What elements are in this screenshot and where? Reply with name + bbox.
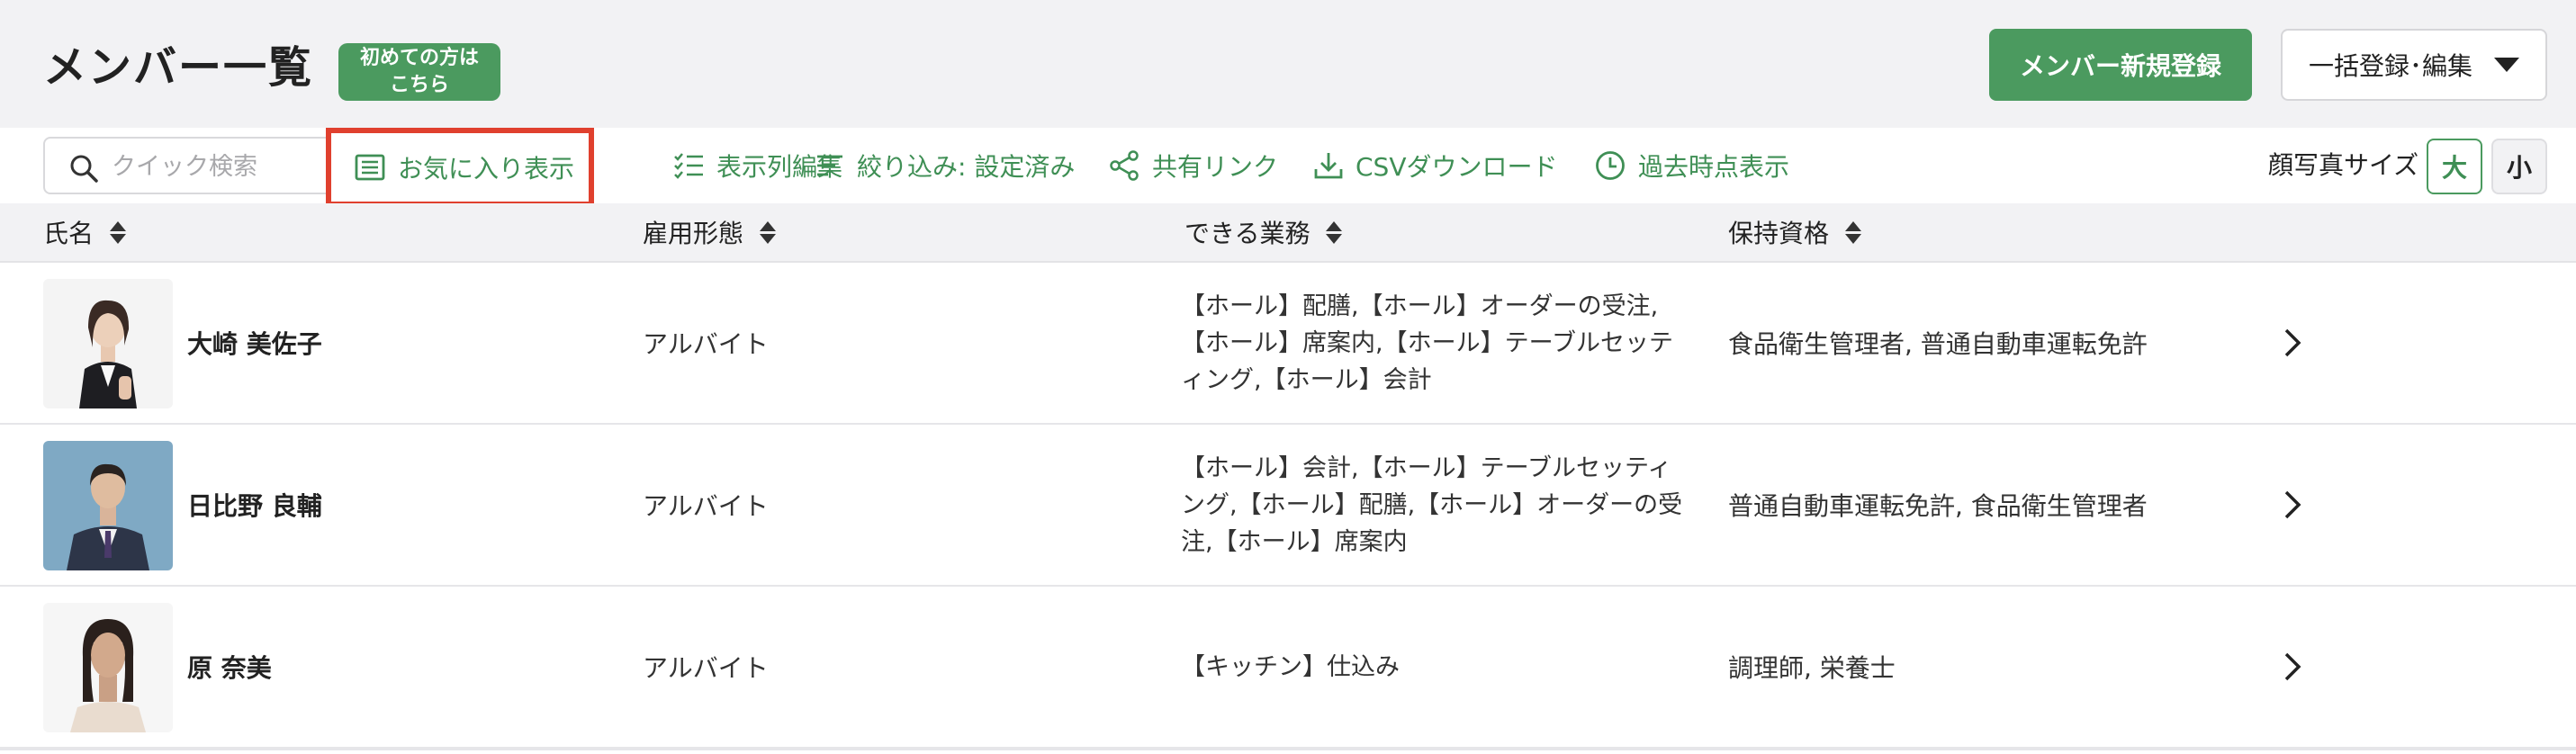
member-qualifications: 食品衛生管理者, 普通自動車運転免許	[1728, 329, 2148, 359]
csv-download-label: CSVダウンロード	[1356, 152, 1558, 182]
employment-type: アルバイト	[643, 653, 769, 683]
employment-type: アルバイト	[643, 329, 769, 359]
member-tasks: 【キッチン】仕込み	[1181, 652, 1400, 681]
page-header: メンバー一覧 初めての方は こちら メンバー新規登録 一括登録･編集	[0, 0, 2576, 128]
sort-icon	[760, 220, 777, 244]
member-tasks: 【ホール】会計,【ホール】テーブルセッティング,【ホール】配膳,【ホール】オーダ…	[1181, 453, 1683, 556]
search-input[interactable]	[110, 146, 329, 187]
list-view-icon	[355, 154, 385, 181]
member-qualifications: 普通自動車運転免許, 食品衛生管理者	[1728, 491, 2148, 521]
caret-down-icon	[2494, 58, 2519, 72]
beginner-guide-badge[interactable]: 初めての方は こちら	[338, 43, 500, 101]
member-tasks: 【ホール】配膳,【ホール】オーダーの受注,【ホール】席案内,【ホール】テーブルセ…	[1181, 292, 1673, 394]
column-employment-label: 雇用形態	[643, 219, 744, 248]
avatar	[43, 441, 173, 570]
table-row[interactable]: 大崎 美佐子 アルバイト 【ホール】配膳,【ホール】オーダーの受注,【ホール】席…	[0, 263, 2576, 426]
checklist-icon	[674, 153, 703, 179]
download-icon	[1314, 153, 1343, 179]
sort-icon	[1326, 220, 1343, 244]
column-name-label: 氏名	[43, 219, 95, 248]
filter-label: 絞り込み: 設定済み	[857, 152, 1076, 182]
column-tasks-label: できる業務	[1184, 219, 1311, 248]
quick-search[interactable]	[43, 137, 340, 194]
photo-size-large-button[interactable]: 大	[2427, 139, 2482, 194]
search-icon	[70, 155, 98, 183]
chevron-right-icon[interactable]	[2283, 328, 2302, 358]
filter-icon	[817, 155, 842, 176]
filter-button[interactable]: 絞り込み: 設定済み	[815, 128, 1075, 203]
clock-icon	[1596, 151, 1625, 180]
bulk-edit-dropdown[interactable]: 一括登録･編集	[2281, 29, 2547, 101]
page-title: メンバー一覧	[43, 42, 314, 93]
table-row[interactable]: 日比野 良輔 アルバイト 【ホール】会計,【ホール】テーブルセッティング,【ホー…	[0, 425, 2576, 588]
member-name: 原 奈美	[187, 653, 272, 683]
photo-size-label: 顔写真サイズ	[2268, 150, 2419, 180]
chevron-right-icon[interactable]	[2283, 651, 2302, 682]
member-qualifications: 調理師, 栄養士	[1728, 653, 1896, 683]
share-link-button[interactable]: 共有リンク	[1109, 128, 1278, 203]
guide-badge-line2: こちら	[389, 74, 449, 96]
column-qualifications-label: 保持資格	[1728, 219, 1830, 248]
table-row[interactable]: 原 奈美 アルバイト 【キッチン】仕込み 調理師, 栄養士	[0, 587, 2576, 750]
csv-download-button[interactable]: CSVダウンロード	[1314, 128, 1557, 203]
favorites-button[interactable]: お気に入り表示	[355, 130, 574, 205]
member-name: 大崎 美佐子	[187, 329, 322, 359]
new-member-button[interactable]: メンバー新規登録	[1989, 29, 2252, 101]
bulk-edit-label: 一括登録･編集	[2308, 51, 2472, 81]
table-header: 氏名 雇用形態 できる業務 保持資格	[0, 203, 2576, 263]
history-view-button[interactable]: 過去時点表示	[1595, 128, 1789, 203]
guide-badge-line1: 初めての方は	[359, 47, 479, 69]
favorites-label: お気に入り表示	[398, 154, 575, 184]
favorites-highlight-box: お気に入り表示	[326, 128, 594, 207]
sort-tasks-header[interactable]: できる業務	[1184, 203, 1343, 261]
avatar	[43, 603, 173, 732]
sort-employment-header[interactable]: 雇用形態	[643, 203, 777, 261]
sort-name-header[interactable]: 氏名	[43, 203, 127, 261]
employment-type: アルバイト	[643, 491, 769, 521]
chevron-right-icon[interactable]	[2283, 489, 2302, 520]
sort-icon	[1845, 220, 1862, 244]
sort-icon	[110, 220, 127, 244]
share-icon	[1110, 150, 1139, 181]
sort-qualifications-header[interactable]: 保持資格	[1728, 203, 1862, 261]
share-link-label: 共有リンク	[1152, 152, 1279, 182]
photo-size-small-button[interactable]: 小	[2491, 139, 2547, 194]
member-name: 日比野 良輔	[187, 491, 322, 521]
history-view-label: 過去時点表示	[1638, 152, 1790, 182]
avatar	[43, 279, 173, 408]
